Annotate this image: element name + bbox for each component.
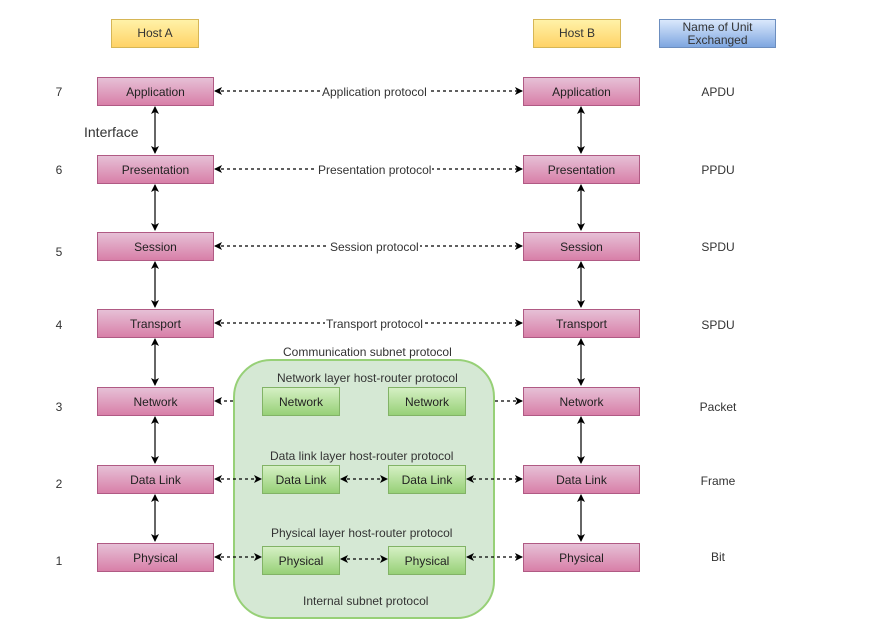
transport-protocol-label: Transport protocol xyxy=(325,317,424,331)
interface-label: Interface xyxy=(84,124,139,140)
host-a-session: Session xyxy=(97,232,214,261)
host-b-presentation: Presentation xyxy=(523,155,640,184)
subnet-title: Communication subnet protocol xyxy=(283,345,452,359)
host-a-application: Application xyxy=(97,77,214,106)
datalink-host-router-label: Data link layer host-router protocol xyxy=(270,449,454,463)
unit-packet: Packet xyxy=(699,400,737,414)
router-2-network: Network xyxy=(388,387,466,416)
layer-number-3: 3 xyxy=(55,400,63,414)
host-b-data-link: Data Link xyxy=(523,465,640,494)
router-2-physical: Physical xyxy=(388,546,466,575)
application-protocol-label: Application protocol xyxy=(321,85,428,99)
host-a-data-link: Data Link xyxy=(97,465,214,494)
unit-apdu: APDU xyxy=(701,85,735,99)
network-host-router-label: Network layer host-router protocol xyxy=(277,371,458,385)
subnet-footer: Internal subnet protocol xyxy=(303,594,429,608)
layer-number-7: 7 xyxy=(55,85,63,99)
unit-ppdu: PPDU xyxy=(701,163,735,177)
host-a-physical: Physical xyxy=(97,543,214,572)
layer-number-6: 6 xyxy=(55,163,63,177)
host-b-network: Network xyxy=(523,387,640,416)
router-1-physical: Physical xyxy=(262,546,340,575)
router-1-network: Network xyxy=(262,387,340,416)
router-2-data-link: Data Link xyxy=(388,465,466,494)
layer-number-4: 4 xyxy=(55,318,63,332)
host-a-transport: Transport xyxy=(97,309,214,338)
host-b-application: Application xyxy=(523,77,640,106)
layer-number-2: 2 xyxy=(55,477,63,491)
router-1-data-link: Data Link xyxy=(262,465,340,494)
unit-spdu-session: SPDU xyxy=(701,240,735,254)
session-protocol-label: Session protocol xyxy=(329,240,420,254)
unit-bit: Bit xyxy=(710,550,725,564)
host-b-transport: Transport xyxy=(523,309,640,338)
unit-frame: Frame xyxy=(700,474,736,488)
physical-host-router-label: Physical layer host-router protocol xyxy=(271,526,453,540)
unit-spdu-transport: SPDU xyxy=(701,318,735,332)
host-a-presentation: Presentation xyxy=(97,155,214,184)
layer-number-1: 1 xyxy=(55,554,63,568)
host-b-physical: Physical xyxy=(523,543,640,572)
presentation-protocol-label: Presentation protocol xyxy=(317,163,433,177)
host-b-session: Session xyxy=(523,232,640,261)
layer-number-5: 5 xyxy=(55,245,63,259)
host-a-network: Network xyxy=(97,387,214,416)
